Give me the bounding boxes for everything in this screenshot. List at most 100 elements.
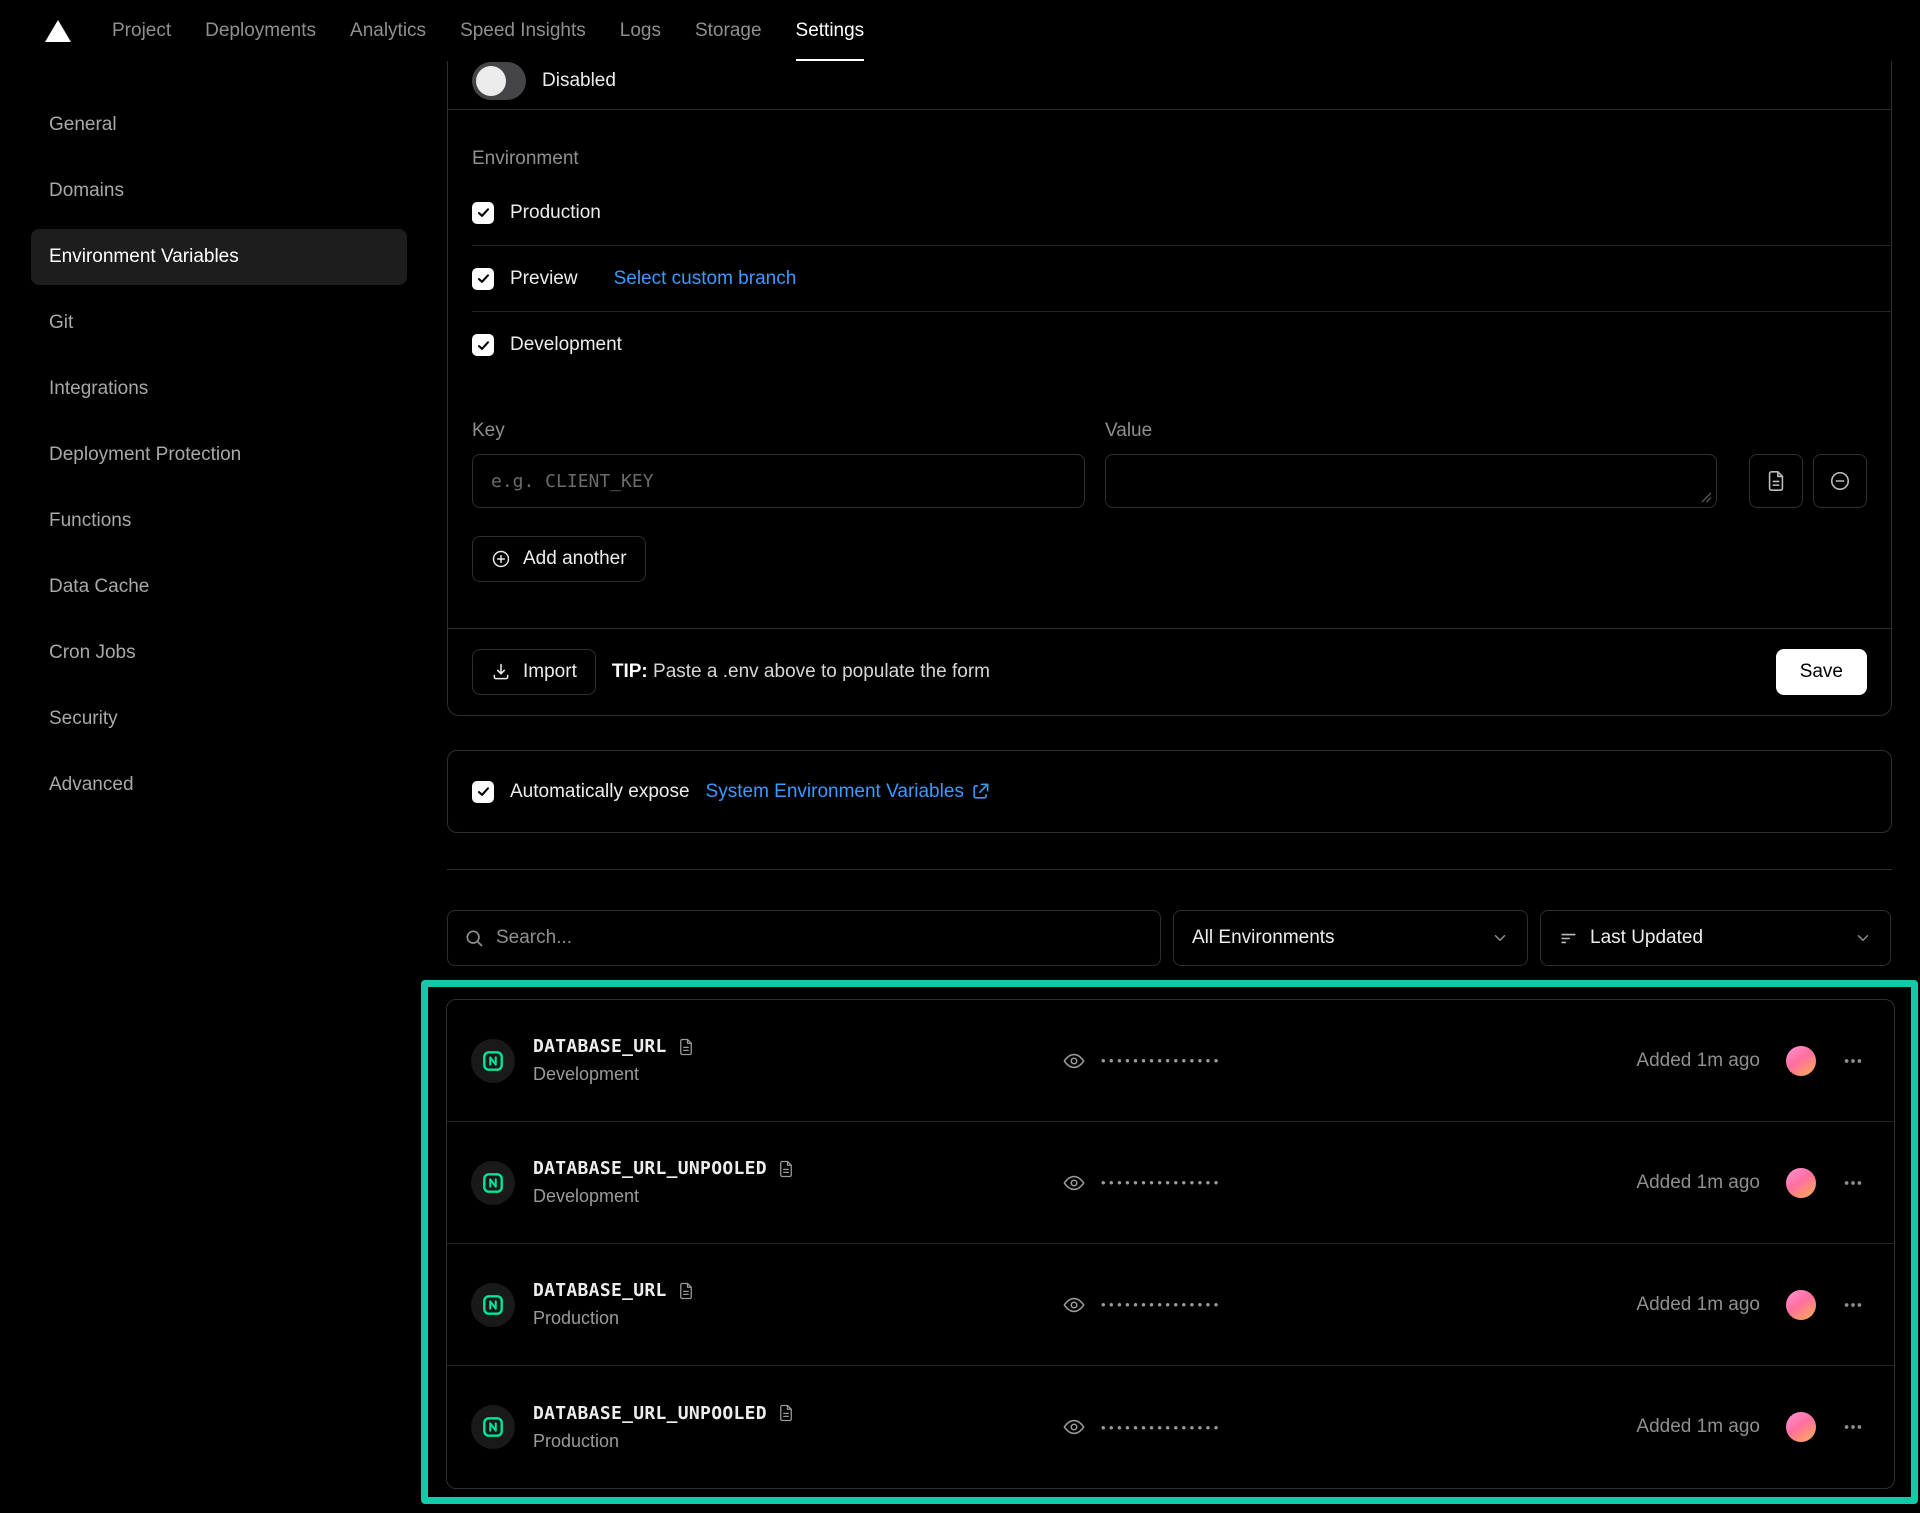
tab-project[interactable]: Project	[112, 0, 171, 61]
eye-icon[interactable]	[1063, 1050, 1085, 1072]
chevron-down-icon	[1854, 929, 1872, 947]
added-timestamp: Added 1m ago	[1636, 1416, 1760, 1438]
highlight-annotation: DATABASE_URL Development •••••••••••••••…	[421, 980, 1918, 1504]
search-icon	[464, 928, 484, 948]
env-var-row[interactable]: DATABASE_URL_UNPOOLED Development ••••••…	[447, 1122, 1894, 1244]
eye-icon[interactable]	[1063, 1416, 1085, 1438]
eye-icon[interactable]	[1063, 1294, 1085, 1316]
development-checkbox-label: Development	[510, 334, 622, 356]
sidebar-item-integrations[interactable]: Integrations	[31, 361, 407, 417]
search-input[interactable]	[496, 927, 1144, 949]
toggle-label: Disabled	[542, 70, 616, 92]
sidebar-item-data-cache[interactable]: Data Cache	[31, 559, 407, 615]
env-var-list-card: DATABASE_URL Development •••••••••••••••…	[446, 999, 1895, 1489]
sidebar-item-functions[interactable]: Functions	[31, 493, 407, 549]
environment-section-label: Environment	[472, 148, 1891, 170]
environment-checkbox-section: Environment Production Preview Select cu…	[448, 110, 1891, 378]
tab-deployments[interactable]: Deployments	[205, 0, 316, 61]
env-var-row[interactable]: DATABASE_URL Development •••••••••••••••…	[447, 1000, 1894, 1122]
sidebar-item-security[interactable]: Security	[31, 691, 407, 747]
env-var-identity: DATABASE_URL_UNPOOLED Development	[471, 1158, 1063, 1207]
import-button[interactable]: Import	[472, 649, 596, 695]
form-footer: Import TIP: Paste a .env above to popula…	[448, 628, 1891, 715]
environment-filter-value: All Environments	[1192, 927, 1479, 949]
tab-storage[interactable]: Storage	[695, 0, 762, 61]
checkbox-row-preview: Preview Select custom branch	[472, 246, 1891, 312]
key-input[interactable]	[472, 454, 1085, 508]
row-menu-button[interactable]	[1842, 1172, 1864, 1194]
sort-dropdown[interactable]: Last Updated	[1540, 910, 1891, 966]
production-checkbox-label: Production	[510, 202, 601, 224]
add-another-button[interactable]: Add another	[472, 536, 646, 582]
env-var-meta: Added 1m ago	[1636, 1290, 1864, 1320]
row-menu-button[interactable]	[1842, 1050, 1864, 1072]
tab-analytics[interactable]: Analytics	[350, 0, 426, 61]
note-icon[interactable]	[677, 1282, 695, 1300]
added-timestamp: Added 1m ago	[1636, 1172, 1760, 1194]
added-timestamp: Added 1m ago	[1636, 1294, 1760, 1316]
checkbox-row-production: Production	[472, 180, 1891, 246]
expose-checkbox[interactable]	[472, 781, 494, 803]
tip-body: Paste a .env above to populate the form	[648, 661, 990, 682]
env-var-name: DATABASE_URL_UNPOOLED	[533, 1403, 795, 1424]
search-box	[447, 910, 1161, 966]
tab-logs[interactable]: Logs	[620, 0, 661, 61]
note-icon[interactable]	[777, 1404, 795, 1422]
vercel-logo-icon[interactable]	[44, 19, 72, 43]
system-env-vars-link[interactable]: System Environment Variables	[706, 781, 990, 803]
preview-checkbox[interactable]	[472, 268, 494, 290]
tip-strong: TIP:	[612, 661, 648, 682]
import-button-label: Import	[523, 661, 577, 683]
note-icon[interactable]	[677, 1038, 695, 1056]
env-var-meta: Added 1m ago	[1636, 1168, 1864, 1198]
remove-row-button[interactable]	[1813, 454, 1867, 508]
sidebar-item-advanced[interactable]: Advanced	[31, 757, 407, 813]
section-divider	[447, 869, 1892, 870]
sidebar-item-cron-jobs[interactable]: Cron Jobs	[31, 625, 407, 681]
select-custom-branch-link[interactable]: Select custom branch	[614, 268, 797, 290]
top-navbar: Project Deployments Analytics Speed Insi…	[0, 0, 1920, 61]
env-var-name: DATABASE_URL	[533, 1280, 695, 1301]
production-checkbox[interactable]	[472, 202, 494, 224]
development-checkbox[interactable]	[472, 334, 494, 356]
env-var-environment: Production	[533, 1431, 795, 1452]
environment-filter-dropdown[interactable]: All Environments	[1173, 910, 1528, 966]
tab-settings-label: Settings	[796, 20, 865, 42]
sidebar-item-domains[interactable]: Domains	[31, 163, 407, 219]
tip-text: TIP: Paste a .env above to populate the …	[612, 661, 990, 683]
env-var-identity: DATABASE_URL Development	[471, 1036, 1063, 1085]
avatar	[1786, 1412, 1816, 1442]
sidebar-item-environment-variables[interactable]: Environment Variables	[31, 229, 407, 285]
masked-value: •••••••••••••••	[1101, 1175, 1222, 1190]
env-var-name-text: DATABASE_URL	[533, 1280, 667, 1301]
note-icon[interactable]	[777, 1160, 795, 1178]
avatar	[1786, 1168, 1816, 1198]
avatar	[1786, 1290, 1816, 1320]
env-var-row[interactable]: DATABASE_URL Production ••••••••••••••• …	[447, 1244, 1894, 1366]
external-link-icon	[971, 782, 990, 801]
paste-env-button[interactable]	[1749, 454, 1803, 508]
sensitive-toggle[interactable]	[472, 62, 526, 100]
add-env-var-card: Disabled Environment Production Preview …	[447, 61, 1892, 716]
env-var-name-text: DATABASE_URL_UNPOOLED	[533, 1158, 767, 1179]
save-button[interactable]: Save	[1776, 649, 1867, 695]
env-var-environment: Development	[533, 1064, 695, 1085]
row-menu-button[interactable]	[1842, 1294, 1864, 1316]
neon-integration-icon	[471, 1405, 515, 1449]
env-var-identity: DATABASE_URL_UNPOOLED Production	[471, 1403, 1063, 1452]
neon-integration-icon	[471, 1039, 515, 1083]
sidebar-item-git[interactable]: Git	[31, 295, 407, 351]
filter-row: All Environments Last Updated	[447, 910, 1892, 966]
eye-icon[interactable]	[1063, 1172, 1085, 1194]
value-input[interactable]	[1105, 454, 1717, 508]
env-var-value: •••••••••••••••	[1063, 1294, 1222, 1316]
tab-speed-insights[interactable]: Speed Insights	[460, 0, 586, 61]
masked-value: •••••••••••••••	[1101, 1053, 1222, 1068]
env-var-environment: Production	[533, 1308, 695, 1329]
tab-settings[interactable]: Settings	[796, 0, 865, 61]
expose-system-env-card: Automatically expose System Environment …	[447, 750, 1892, 833]
sidebar-item-general[interactable]: General	[31, 97, 407, 153]
row-menu-button[interactable]	[1842, 1416, 1864, 1438]
sidebar-item-deployment-protection[interactable]: Deployment Protection	[31, 427, 407, 483]
env-var-row[interactable]: DATABASE_URL_UNPOOLED Production •••••••…	[447, 1366, 1894, 1488]
